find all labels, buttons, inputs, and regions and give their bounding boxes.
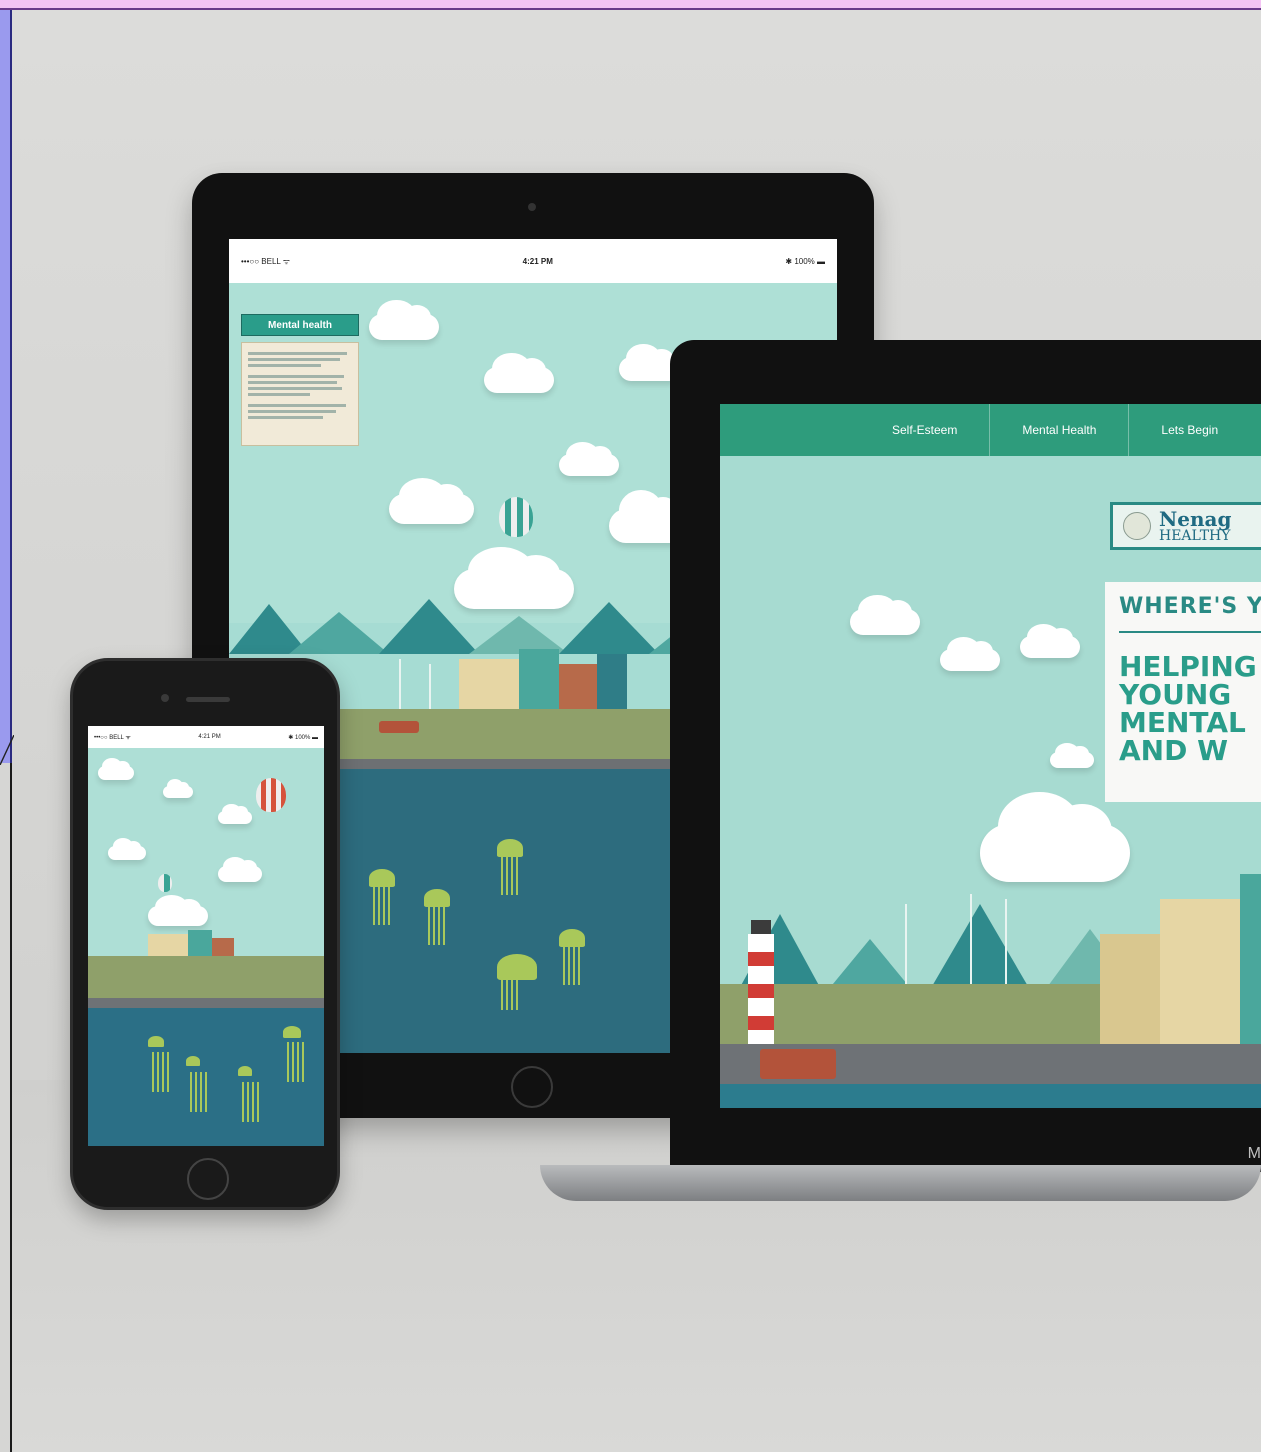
laptop-sea (720, 1084, 1261, 1108)
jellyfish (497, 839, 523, 895)
hot-air-balloon (499, 497, 533, 537)
logo-line-1: Nenag (1159, 507, 1232, 531)
cloud (559, 441, 619, 476)
phone-home-button[interactable] (187, 1158, 229, 1200)
jellyfish (424, 889, 450, 945)
jellyfish (283, 1026, 305, 1082)
wind-turbine (1005, 899, 1007, 994)
wind-turbine (970, 894, 972, 994)
carrier-label: •••○○ BELL ᯤ (241, 256, 291, 266)
cloud (98, 758, 134, 780)
nav-self-esteem[interactable]: Self-Esteem (878, 404, 989, 456)
phone-road (88, 998, 324, 1008)
hot-air-balloon (256, 778, 286, 812)
bus (760, 1049, 836, 1079)
laptop-brand-label: M (1247, 1145, 1261, 1162)
tablet-camera (528, 203, 536, 211)
clock-label: 4:21 PM (198, 734, 221, 740)
jellyfish (148, 1036, 170, 1092)
nav-mental-health[interactable]: Mental Health (989, 404, 1128, 456)
building (1160, 899, 1240, 1044)
jellyfish (369, 869, 395, 925)
phone-screen: •••○○ BELL ᯤ 4:21 PM ✱ 100% ▬ (88, 726, 324, 1146)
logo-emblem-icon (1123, 512, 1151, 540)
wind-turbine (905, 904, 907, 994)
hero-question: WHERE'S YO (1119, 594, 1261, 619)
cloud (980, 792, 1130, 882)
left-rule (10, 763, 12, 1452)
top-strip (0, 0, 1261, 10)
phone-speaker (186, 697, 230, 702)
cloud (148, 895, 208, 926)
jellyfish (497, 954, 537, 1010)
building (1100, 934, 1160, 1044)
battery-indicator: ✱ 100% ▬ (785, 256, 825, 266)
jellyfish (238, 1066, 260, 1122)
cloud (369, 299, 439, 340)
tablet-home-button[interactable] (511, 1066, 553, 1108)
clock-label: 4:21 PM (522, 256, 553, 266)
tablet-status-bar: •••○○ BELL ᯤ 4:21 PM ✱ 100% ▬ (229, 239, 837, 283)
cloud (218, 857, 262, 882)
cloud (1020, 623, 1080, 658)
laptop-device: Self-Esteem Mental Health Lets Begin Nen… (670, 340, 1261, 1172)
cloud (940, 636, 1000, 671)
battery-indicator: ✱ 100% ▬ (288, 734, 318, 741)
lighthouse (748, 920, 774, 1044)
site-nav-bar: Self-Esteem Mental Health Lets Begin (720, 404, 1261, 456)
laptop-screen: Self-Esteem Mental Health Lets Begin Nen… (720, 404, 1261, 1108)
building (148, 934, 188, 958)
building (212, 938, 234, 958)
hero-line: YOUNG (1119, 678, 1232, 711)
nenagh-logo[interactable]: Nenag HEALTHY (1110, 502, 1261, 550)
hot-air-balloon (158, 874, 172, 892)
mental-health-ribbon: Mental health (241, 314, 359, 336)
hero-divider (1119, 631, 1261, 633)
cloud (108, 838, 146, 860)
laptop-base (540, 1165, 1261, 1201)
left-panel (0, 10, 12, 763)
hero-card: WHERE'S YO HELPING T YOUNG MENTAL AND W (1105, 582, 1261, 802)
phone-camera (161, 694, 169, 702)
cloud (389, 477, 474, 524)
building (1240, 874, 1261, 1044)
logo-line-2: HEALTHY (1159, 528, 1231, 544)
nav-lets-begin[interactable]: Lets Begin (1128, 404, 1250, 456)
corner-diagonal (0, 735, 14, 765)
jellyfish (186, 1056, 208, 1112)
cloud (850, 594, 920, 635)
phone-status-bar: •••○○ BELL ᯤ 4:21 PM ✱ 100% ▬ (88, 726, 324, 748)
hero-line: HELPING T (1119, 650, 1261, 683)
cloud (218, 803, 252, 824)
hero-line: MENTAL (1119, 706, 1246, 739)
cloud (1050, 743, 1094, 768)
phone-grass (88, 956, 324, 998)
building (188, 930, 212, 958)
phone-device: •••○○ BELL ᯤ 4:21 PM ✱ 100% ▬ (70, 658, 340, 1210)
cloud (163, 779, 193, 798)
bus (379, 721, 419, 733)
carrier-label: •••○○ BELL ᯤ (94, 735, 131, 741)
hero-line: AND W (1119, 734, 1228, 767)
jellyfish (559, 929, 585, 985)
cloud (484, 352, 554, 393)
mental-health-card (241, 342, 359, 446)
